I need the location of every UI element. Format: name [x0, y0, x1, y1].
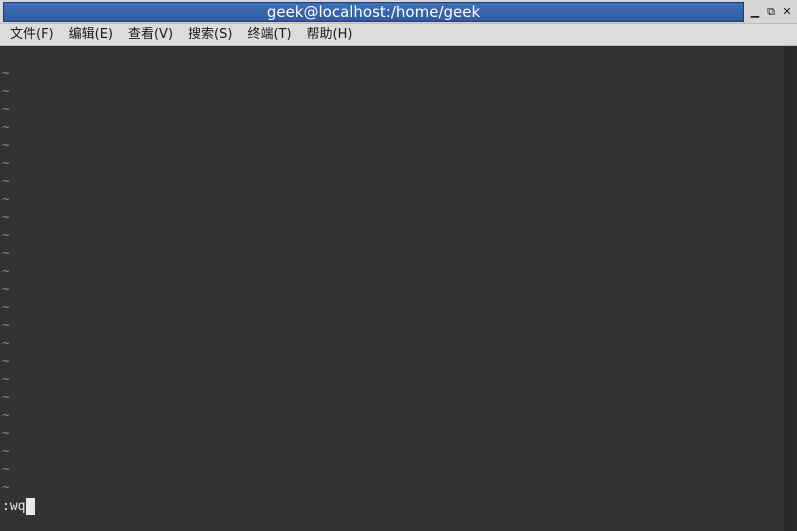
empty-line-tilde: ~	[2, 84, 10, 99]
empty-line-tilde: ~	[2, 390, 10, 405]
window-controls: ▁ ⧉ ✕	[748, 3, 794, 21]
empty-line-tilde: ~	[2, 354, 10, 369]
maximize-button[interactable]: ⧉	[764, 5, 778, 19]
menu-help[interactable]: 帮助(H)	[301, 24, 359, 46]
empty-line-tilde: ~	[2, 462, 10, 477]
title-bar: geek@localhost:/home/geek ▁ ⧉ ✕	[0, 0, 797, 24]
empty-line-tilde: ~	[2, 444, 10, 459]
menu-view[interactable]: 查看(V)	[122, 24, 179, 46]
close-button[interactable]: ✕	[780, 5, 794, 19]
menu-bar: 文件(F) 编辑(E) 查看(V) 搜索(S) 终端(T) 帮助(H)	[0, 24, 797, 46]
menu-terminal[interactable]: 终端(T)	[241, 24, 297, 46]
menu-file[interactable]: 文件(F)	[4, 24, 60, 46]
empty-line-tilde: ~	[2, 336, 10, 351]
empty-line-tilde: ~	[2, 372, 10, 387]
empty-line-tilde: ~	[2, 102, 10, 117]
empty-line-tilde: ~	[2, 300, 10, 315]
empty-line-tilde: ~	[2, 264, 10, 279]
minimize-button[interactable]: ▁	[748, 5, 762, 19]
terminal-scrollbar[interactable]	[784, 47, 797, 531]
empty-line-tilde: ~	[2, 282, 10, 297]
menu-edit[interactable]: 编辑(E)	[63, 24, 119, 46]
empty-line-tilde: ~	[2, 318, 10, 333]
command-line[interactable]: :wq	[2, 497, 36, 515]
empty-line-tilde: ~	[2, 480, 10, 495]
empty-line-tilde: ~	[2, 210, 10, 225]
empty-line-tilde: ~	[2, 408, 10, 423]
empty-line-tilde: ~	[2, 426, 10, 441]
command-text: :wq	[2, 498, 26, 514]
empty-line-tilde: ~	[2, 66, 10, 81]
empty-line-tilde: ~	[2, 120, 10, 135]
empty-line-tilde: ~	[2, 192, 10, 207]
empty-line-tilde: ~	[2, 156, 10, 171]
menu-search[interactable]: 搜索(S)	[182, 24, 238, 46]
empty-line-tilde: ~	[2, 228, 10, 243]
empty-line-tilde: ~	[2, 246, 10, 261]
text-cursor	[26, 497, 36, 515]
terminal-area[interactable]: ~ ~ ~ ~ ~ ~ ~ ~ ~ ~ ~ ~ ~ ~ ~ ~ ~ ~ ~ ~ ~ ~ ~ ~ :wq	[0, 47, 784, 531]
empty-line-tilde: ~	[2, 174, 10, 189]
empty-line-markers: ~ ~ ~ ~ ~ ~ ~ ~ ~ ~ ~ ~ ~ ~ ~ ~ ~ ~ ~ ~ ~ ~ ~ ~	[2, 65, 10, 497]
empty-line-tilde: ~	[2, 138, 10, 153]
window-title: geek@localhost:/home/geek	[3, 2, 744, 22]
